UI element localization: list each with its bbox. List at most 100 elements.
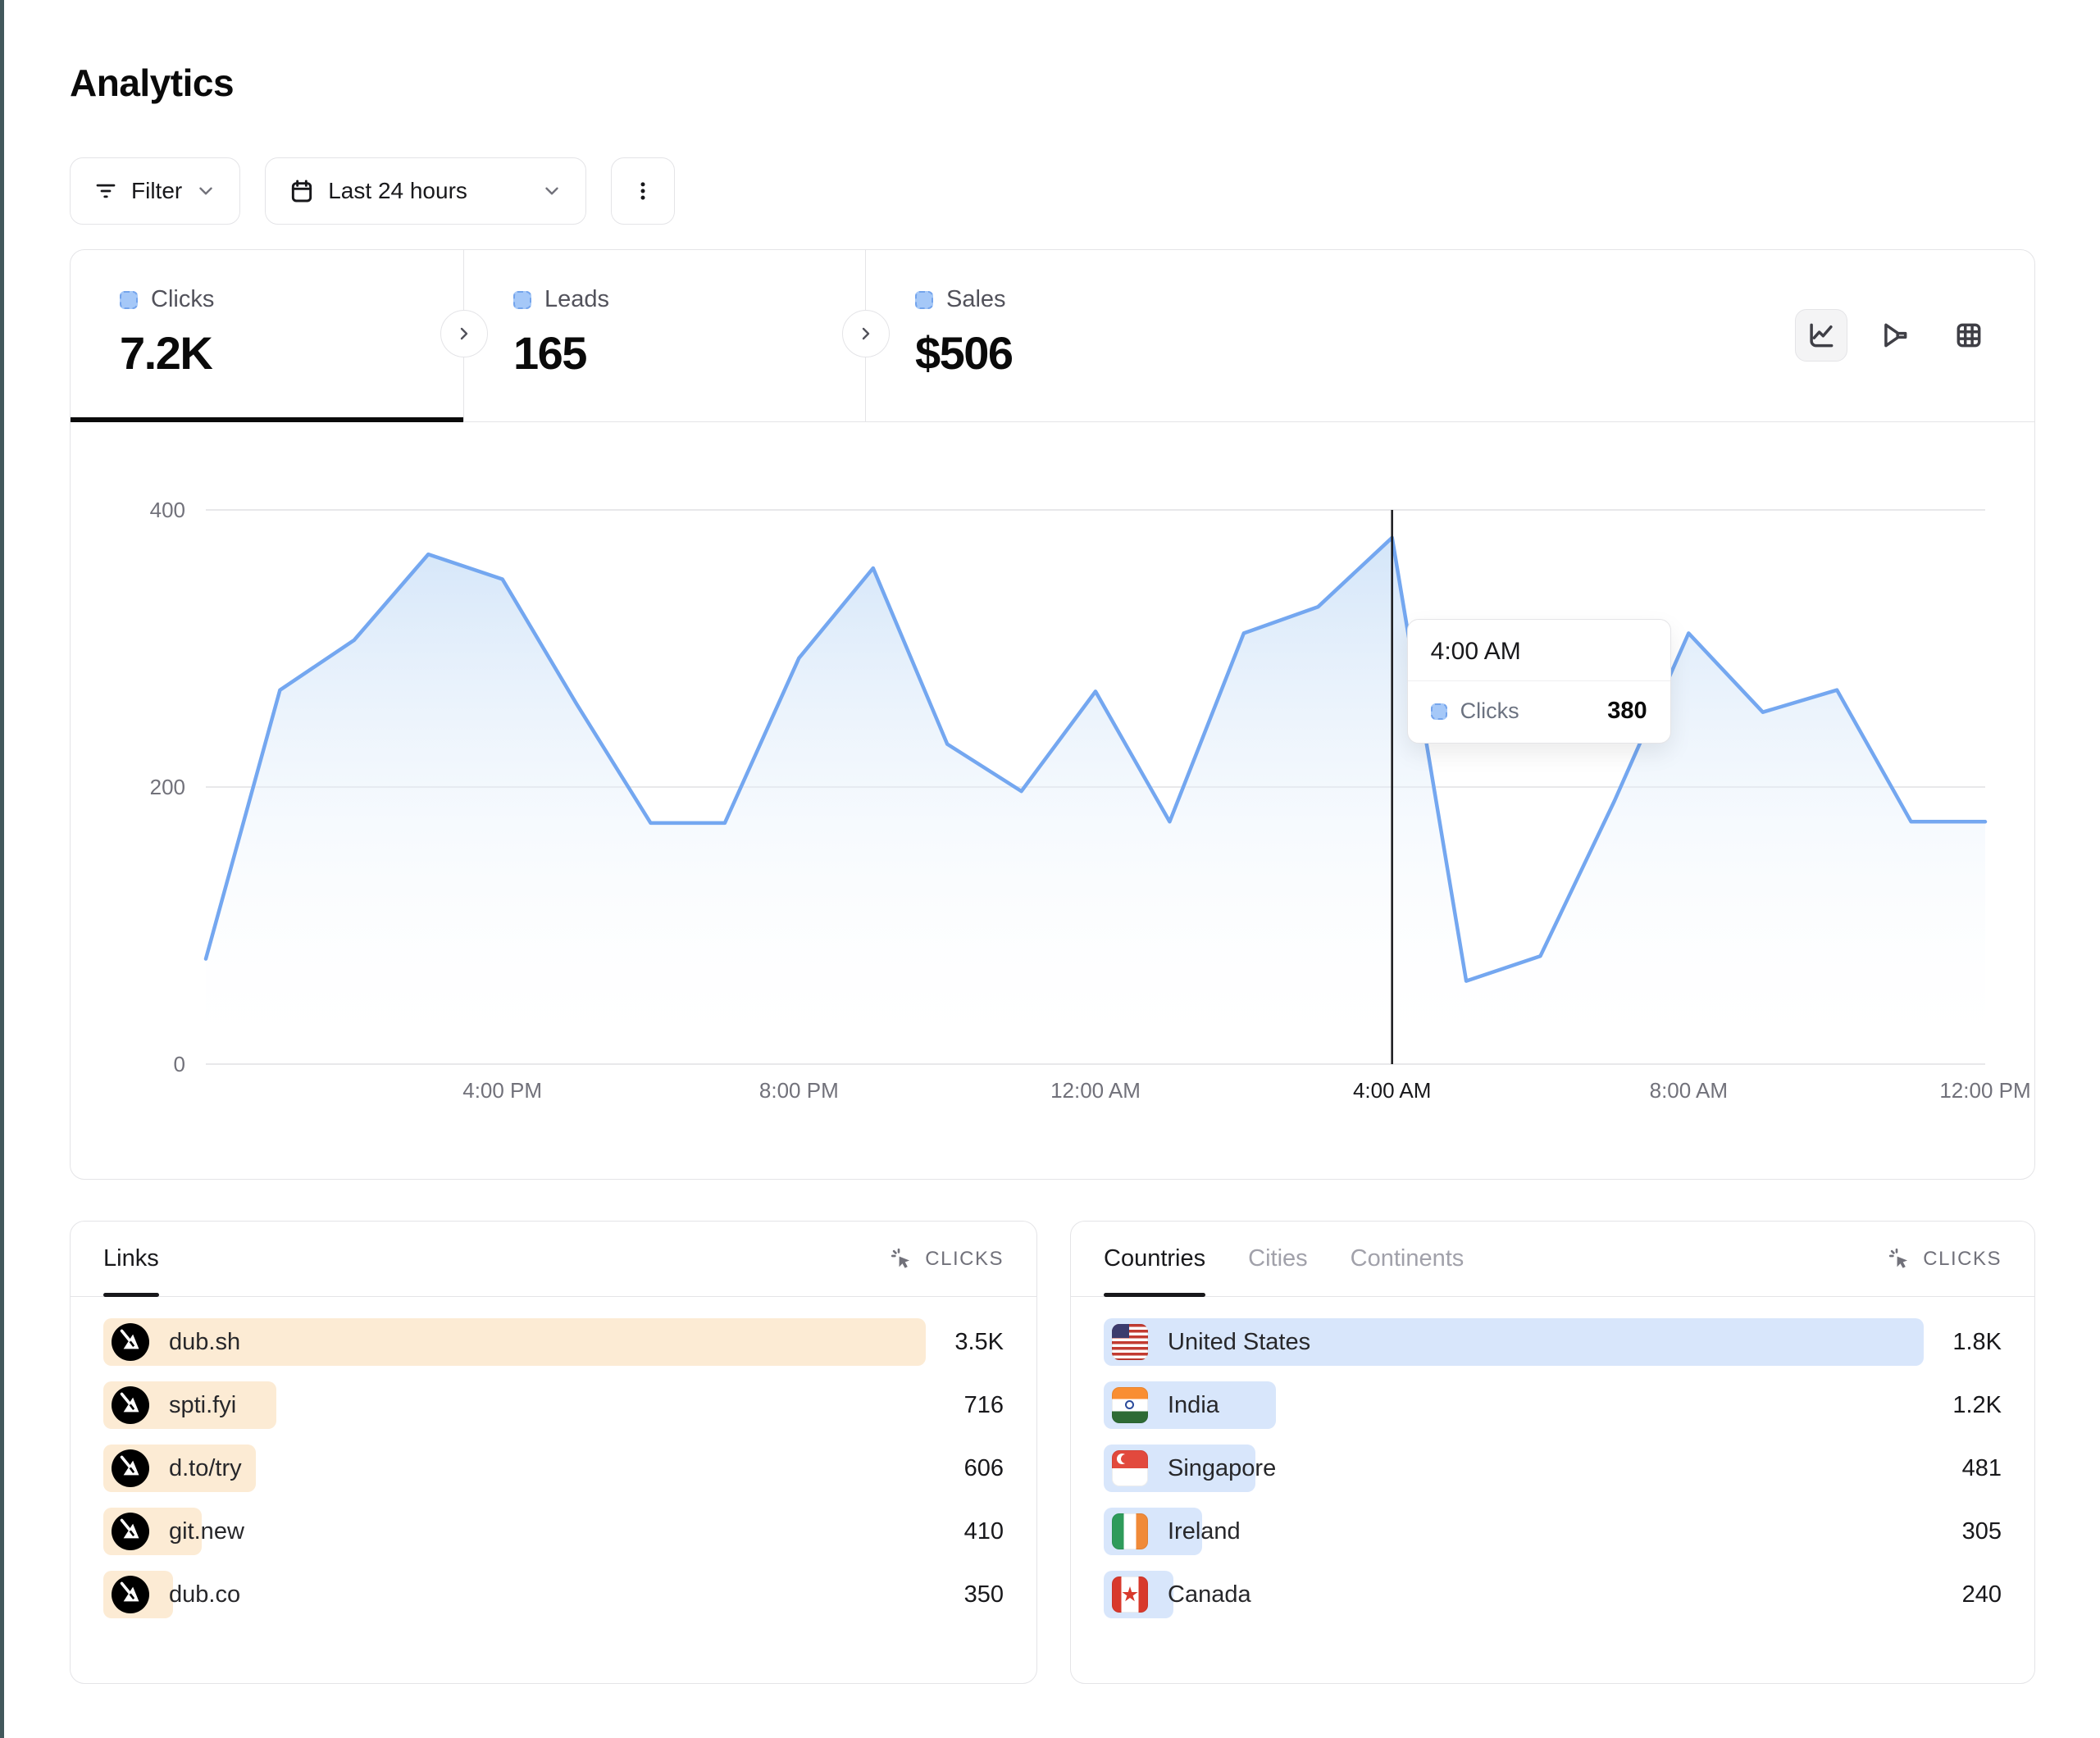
in-flag-icon — [1112, 1387, 1148, 1423]
links-panel-header: Links CLICKS — [71, 1222, 1036, 1297]
link-row[interactable]: dub.sh 3.5K — [103, 1318, 1004, 1366]
dub-logo-icon — [112, 1513, 149, 1550]
us-flag-icon — [1112, 1324, 1148, 1360]
ca-flag-icon — [1112, 1576, 1148, 1613]
tooltip-value: 380 — [1607, 698, 1647, 725]
countries-metric-selector[interactable]: CLICKS — [1887, 1246, 2002, 1272]
filter-icon — [93, 179, 118, 203]
clicks-area-chart — [206, 510, 1985, 1064]
link-row[interactable]: dub.co 350 — [103, 1571, 1004, 1618]
page-title: Analytics — [70, 61, 2035, 105]
clicks-tab-value: 7.2K — [120, 326, 463, 380]
link-row[interactable]: spti.fyi 716 — [103, 1381, 1004, 1429]
funnel-chart-view-button[interactable] — [1869, 309, 1921, 362]
tab-cities[interactable]: Cities — [1248, 1222, 1308, 1296]
stats-tabs-row: Clicks 7.2K Leads 165 Sales $506 — [71, 250, 2034, 422]
y-axis-tick-label: 400 — [71, 498, 185, 523]
x-axis-tick-label: 4:00 AM — [1310, 1078, 1474, 1103]
expand-leads-button[interactable] — [440, 310, 488, 357]
kebab-icon — [631, 179, 655, 203]
leads-tab-label: Leads — [544, 286, 609, 313]
links-metric-selector[interactable]: CLICKS — [889, 1246, 1004, 1272]
sales-tab-value: $506 — [915, 326, 1268, 380]
row-clicks-value: 305 — [1962, 1518, 2002, 1545]
leads-tab-value: 165 — [513, 326, 865, 380]
links-list: dub.sh 3.5K spti.fyi 716 d.to/try 606 git.n… — [71, 1297, 1036, 1618]
chart-view-switcher — [1795, 309, 1995, 362]
clicks-legend-chip — [120, 291, 138, 309]
grid-table-view-button[interactable] — [1943, 309, 1995, 362]
expand-sales-button[interactable] — [842, 310, 890, 357]
cursor-click-icon — [889, 1246, 915, 1272]
chevron-down-icon — [541, 180, 563, 202]
cursor-click-icon — [1887, 1246, 1913, 1272]
countries-panel-header: Countries Cities Continents CLICKS — [1071, 1222, 2034, 1297]
toolbar: Filter Last 24 hours — [70, 157, 2035, 225]
row-label: d.to/try — [169, 1455, 242, 1482]
sales-tab-label: Sales — [946, 286, 1006, 313]
row-clicks-value: 481 — [1962, 1455, 2002, 1482]
chevron-down-icon — [195, 180, 216, 202]
dub-logo-icon — [112, 1323, 149, 1361]
link-row[interactable]: git.new 410 — [103, 1508, 1004, 1555]
country-row[interactable]: United States 1.8K — [1104, 1318, 2002, 1366]
clicks-chart: 4:00 AM Clicks 380 02004004:00 PM8:00 PM… — [71, 422, 2034, 1179]
row-clicks-value: 716 — [964, 1392, 1004, 1419]
row-label: Ireland — [1168, 1518, 1241, 1545]
y-axis-tick-label: 200 — [71, 775, 185, 800]
country-row[interactable]: Canada 240 — [1104, 1571, 2002, 1618]
analytics-card: Clicks 7.2K Leads 165 Sales $506 — [70, 249, 2035, 1180]
row-label: Singapore — [1168, 1455, 1276, 1482]
y-axis-tick-label: 0 — [71, 1052, 185, 1077]
tab-countries[interactable]: Countries — [1104, 1222, 1205, 1296]
row-clicks-value: 1.8K — [1952, 1329, 2002, 1356]
countries-list: United States 1.8K India 1.2K Singapore 481 Ir… — [1071, 1297, 2034, 1618]
dub-logo-icon — [112, 1576, 149, 1613]
clicks-tab-label: Clicks — [151, 286, 214, 313]
filter-button[interactable]: Filter — [70, 157, 240, 225]
funnel-chart-icon — [1879, 320, 1911, 351]
country-row[interactable]: Singapore 481 — [1104, 1445, 2002, 1492]
row-label: spti.fyi — [169, 1392, 236, 1419]
tab-sales[interactable]: Sales $506 — [866, 250, 1268, 421]
dub-logo-icon — [112, 1386, 149, 1424]
breakdown-panels: Links CLICKS dub.sh 3.5K spti.fyi 716 d.to… — [70, 1221, 2035, 1684]
x-axis-tick-label: 12:00 PM — [1903, 1078, 2067, 1103]
tab-continents[interactable]: Continents — [1351, 1222, 1465, 1296]
tab-leads[interactable]: Leads 165 — [464, 250, 866, 421]
tab-clicks[interactable]: Clicks 7.2K — [71, 250, 464, 421]
date-range-button[interactable]: Last 24 hours — [265, 157, 586, 225]
chart-tooltip: 4:00 AM Clicks 380 — [1407, 619, 1671, 744]
row-label: git.new — [169, 1518, 244, 1545]
tab-links[interactable]: Links — [103, 1222, 159, 1296]
row-label: Canada — [1168, 1581, 1251, 1608]
chevron-right-icon — [856, 324, 876, 344]
sales-legend-chip — [915, 291, 933, 309]
link-row[interactable]: d.to/try 606 — [103, 1445, 1004, 1492]
dub-logo-icon — [112, 1449, 149, 1487]
row-label: dub.co — [169, 1581, 240, 1608]
row-clicks-value: 350 — [964, 1581, 1004, 1608]
row-clicks-value: 240 — [1962, 1581, 2002, 1608]
row-clicks-value: 1.2K — [1952, 1392, 2002, 1419]
tooltip-series-label: Clicks — [1460, 698, 1519, 724]
country-row[interactable]: Ireland 305 — [1104, 1508, 2002, 1555]
left-edge-strip — [0, 0, 4, 1738]
countries-metric-label: CLICKS — [1923, 1248, 2002, 1271]
x-axis-tick-label: 8:00 PM — [717, 1078, 881, 1103]
chevron-right-icon — [454, 324, 474, 344]
date-range-label: Last 24 hours — [328, 178, 467, 204]
country-row[interactable]: India 1.2K — [1104, 1381, 2002, 1429]
grid-table-icon — [1953, 320, 1984, 351]
row-clicks-value: 606 — [964, 1455, 1004, 1482]
line-chart-view-button[interactable] — [1795, 309, 1847, 362]
tooltip-legend-chip — [1431, 703, 1447, 720]
row-clicks-value: 3.5K — [954, 1329, 1004, 1356]
row-label: United States — [1168, 1329, 1310, 1356]
row-label: India — [1168, 1392, 1219, 1419]
row-clicks-value: 410 — [964, 1518, 1004, 1545]
more-menu-button[interactable] — [611, 157, 675, 225]
links-metric-label: CLICKS — [925, 1248, 1004, 1271]
countries-panel: Countries Cities Continents CLICKS Unite… — [1070, 1221, 2035, 1684]
row-label: dub.sh — [169, 1329, 240, 1356]
